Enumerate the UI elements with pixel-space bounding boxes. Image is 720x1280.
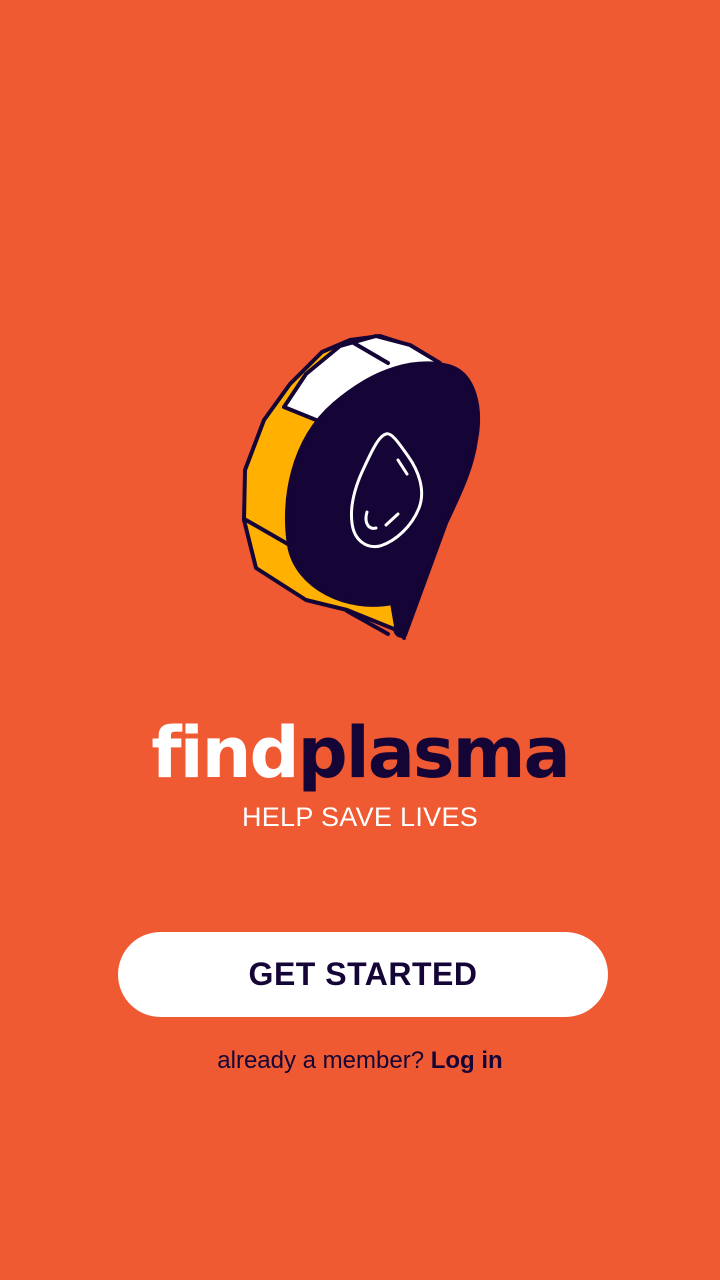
login-prompt-text: already a member? xyxy=(217,1047,431,1074)
welcome-screen: findplasma HELP SAVE LIVES GET STARTED a… xyxy=(0,0,720,1280)
map-pin-blood-drop-icon xyxy=(242,334,480,640)
tagline: HELP SAVE LIVES xyxy=(241,802,479,832)
app-wordmark: findplasma xyxy=(0,708,720,798)
get-started-button[interactable]: GET STARTED xyxy=(118,932,608,1017)
login-prompt: already a member? Log in xyxy=(0,1044,720,1078)
login-link[interactable]: Log in xyxy=(431,1047,503,1074)
wordmark-plasma: plasma xyxy=(297,712,571,794)
wordmark-find: find xyxy=(151,712,299,794)
get-started-label: GET STARTED xyxy=(248,956,478,992)
